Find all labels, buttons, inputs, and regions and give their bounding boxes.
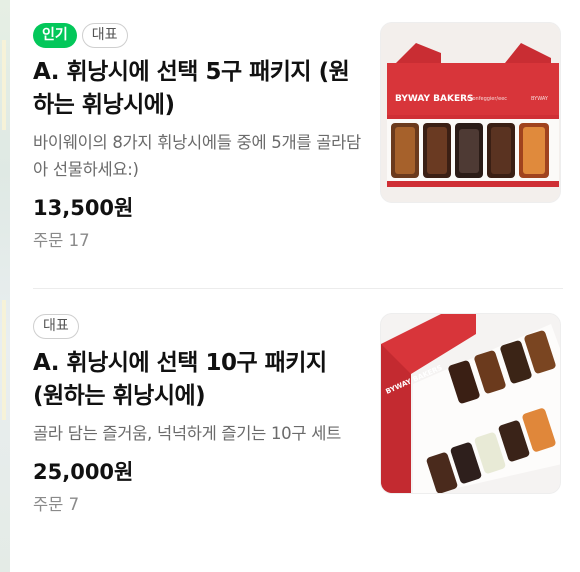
product-photo-10-pack: BYWAY BAKERS [381,314,560,493]
product-title[interactable]: A. 휘낭시에 선택 10구 패키지 (원하는 휘낭시에) [33,347,353,413]
product-title[interactable]: A. 휘낭시에 선택 5구 패키지 (원하는 휘낭시에) [33,56,353,122]
product-thumbnail[interactable]: BYWAY BAKERS [380,313,561,494]
product-list: 인기 대표 A. 휘낭시에 선택 5구 패키지 (원하는 휘낭시에) 바이웨이의… [10,0,580,572]
svg-text:BYWAY BAKERS: BYWAY BAKERS [395,94,474,104]
map-background-strip [0,0,10,572]
order-count: 주문 17 [33,231,90,250]
svg-text:BYWAY: BYWAY [531,96,549,102]
svg-text:Lkonfeggier/eec: Lkonfeggier/eec [467,96,507,102]
popular-badge: 인기 [33,22,77,48]
product-card[interactable]: 인기 대표 A. 휘낭시에 선택 5구 패키지 (원하는 휘낭시에) 바이웨이의… [33,22,563,253]
product-thumbnail[interactable]: BYWAY BAKERS Lkonfeggier/eec BYWAY [380,22,561,203]
product-card[interactable]: 대표 A. 휘낭시에 선택 10구 패키지 (원하는 휘낭시에) 골라 담는 즐… [33,313,563,517]
product-photo-5-pack: BYWAY BAKERS Lkonfeggier/eec BYWAY [381,23,560,202]
order-count: 주문 7 [33,495,80,514]
representative-badge: 대표 [33,313,79,339]
representative-badge: 대표 [81,22,128,48]
card-divider [33,288,563,289]
product-description: 골라 담는 즐거움, 넉넉하게 즐기는 10구 세트 [33,424,341,443]
product-description: 바이웨이의 8가지 휘낭시에들 중에 5개를 골라담아 선물하세요:) [33,133,361,179]
